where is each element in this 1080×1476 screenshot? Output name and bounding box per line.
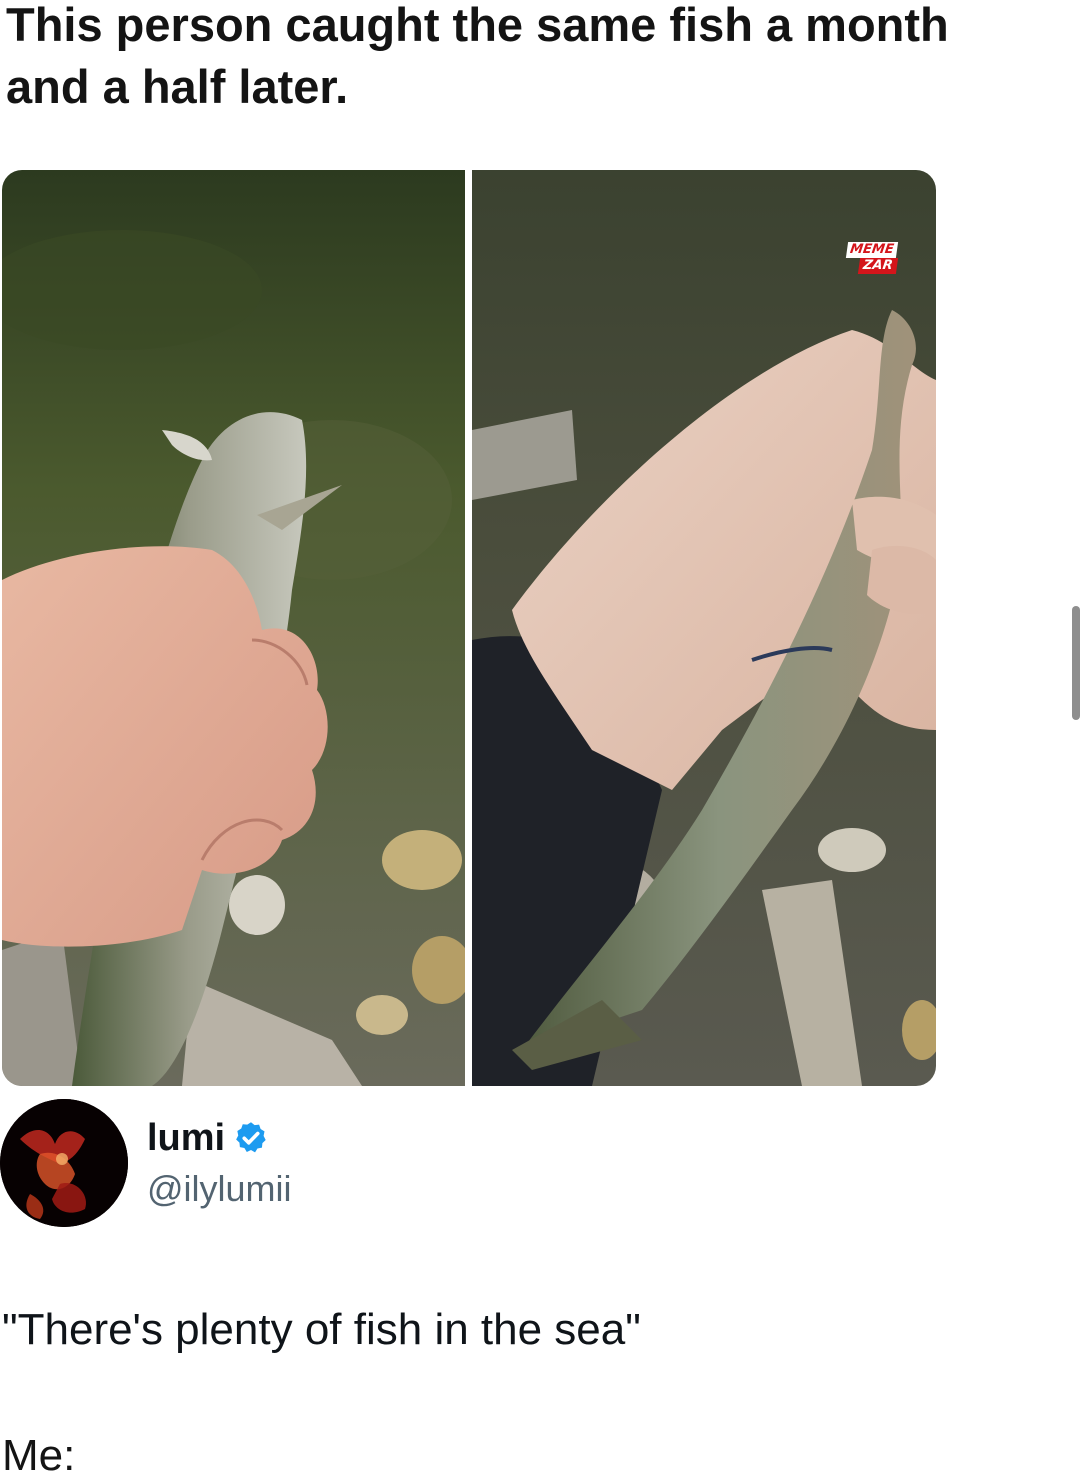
photo-second-catch: [472, 170, 936, 1086]
tweet-author: lumi: [147, 1114, 269, 1162]
user-handle[interactable]: @ilylumii: [147, 1167, 292, 1211]
verified-badge-icon: [236, 1122, 266, 1153]
photo-first-catch: [2, 170, 465, 1086]
avatar[interactable]: [0, 1099, 128, 1227]
memezar-watermark-logo: MEME ZAR: [835, 242, 909, 274]
watermark-line-2: ZAR: [858, 258, 898, 274]
photo-collage: [2, 170, 936, 1086]
fish-photo-right-image: [472, 170, 936, 1086]
meme-caption: This person caught the same fish a month…: [6, 0, 1006, 118]
watermark-line-1: MEME: [846, 242, 898, 258]
meme-footer-caption: Me:: [2, 1431, 76, 1476]
fish-photo-left-image: [2, 170, 465, 1086]
meme-caption-line-1: This person caught the same fish a month: [6, 0, 949, 51]
user-display-name[interactable]: lumi: [147, 1114, 225, 1162]
tweet-text: "There's plenty of fish in the sea": [2, 1305, 641, 1354]
meme-caption-line-2: and a half later.: [6, 60, 349, 113]
scrollbar[interactable]: [1072, 606, 1080, 720]
user-avatar-image: [0, 1099, 128, 1227]
